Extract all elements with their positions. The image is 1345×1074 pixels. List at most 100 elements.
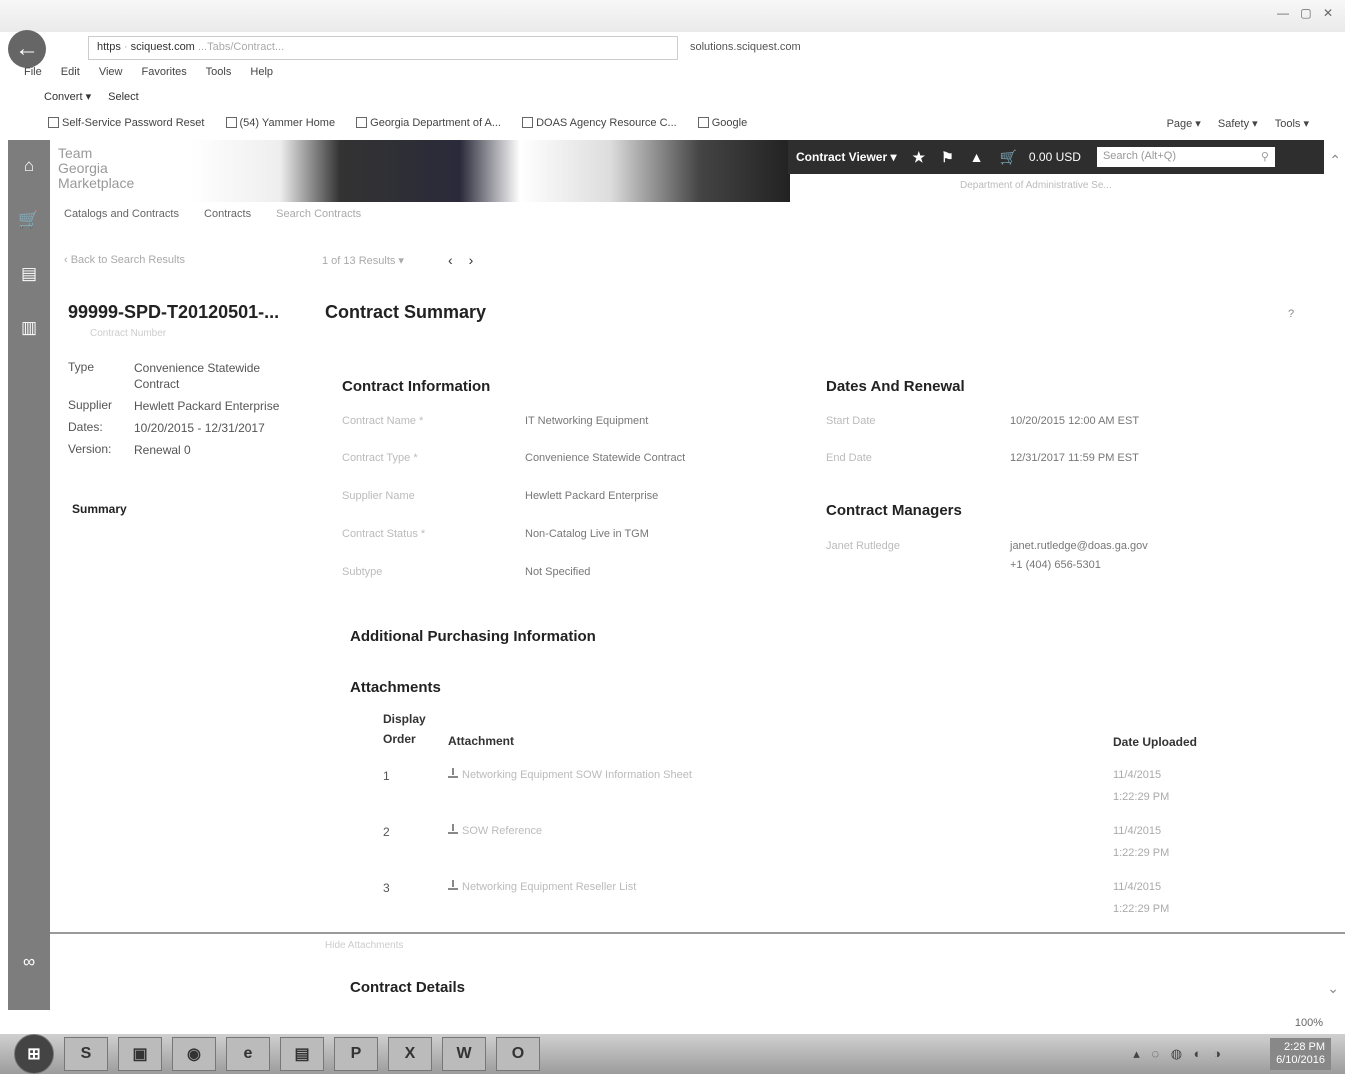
team-georgia-logo[interactable]: Team Georgia Marketplace	[58, 146, 188, 202]
tab-catalogs-contracts[interactable]: Catalogs and Contracts	[64, 208, 179, 220]
documents-icon[interactable]: ▤	[18, 264, 40, 284]
taskbar-app-window[interactable]: ▣	[118, 1037, 162, 1071]
taskbar-app-ie[interactable]: e	[226, 1037, 270, 1071]
taskbar-app-outlook[interactable]: O	[496, 1037, 540, 1071]
address-bar[interactable]: https · sciquest.com ...Tabs/Contract...	[88, 36, 678, 60]
page-menu[interactable]: Page ▾	[1167, 118, 1201, 130]
flag-icon[interactable]: ⚑	[941, 149, 954, 166]
field-value: Not Specified	[525, 566, 591, 578]
manager-name: Janet Rutledge	[826, 540, 900, 552]
system-tray-icons[interactable]: ▴ ◌ ◍ ◐ ◑	[1133, 1046, 1225, 1062]
menu-file[interactable]: File	[24, 66, 42, 78]
menu-view[interactable]: View	[99, 66, 123, 78]
cart-icon[interactable]: 🛒	[18, 210, 40, 230]
bell-icon[interactable]: ▲	[970, 149, 984, 165]
attachment-order: 3	[383, 881, 390, 895]
fav-password-reset[interactable]: Self-Service Password Reset	[48, 117, 204, 129]
org-info: Department of Administrative Se...	[960, 180, 1112, 191]
fav-doas[interactable]: DOAS Agency Resource C...	[522, 117, 677, 129]
menu-tools[interactable]: Tools	[206, 66, 232, 78]
taskbar-app-word[interactable]: W	[442, 1037, 486, 1071]
window-controls[interactable]: — ▢ ✕	[1277, 6, 1337, 20]
favorites-bar: Self-Service Password Reset (54) Yammer …	[48, 117, 765, 129]
header-banner-image	[190, 140, 790, 202]
fav-google[interactable]: Google	[697, 117, 747, 129]
chevron-down-icon[interactable]: ⌄	[1327, 980, 1339, 997]
field-label: Supplier Name	[342, 490, 415, 502]
chevron-up-icon[interactable]: ⌃	[1329, 152, 1341, 169]
results-dropdown[interactable]: 1 of 13 Results ▾	[322, 254, 404, 267]
binoculars-icon[interactable]: ∞	[18, 952, 40, 972]
start-button[interactable]: ⊞	[14, 1034, 54, 1074]
system-clock[interactable]: 2:28 PM 6/10/2016	[1270, 1038, 1331, 1070]
search-icon[interactable]: ⚲	[1261, 150, 1269, 164]
fav-yammer[interactable]: (54) Yammer Home	[225, 117, 335, 129]
attachment-link[interactable]: Networking Equipment Reseller List	[448, 880, 636, 893]
taskbar-app-skype[interactable]: S	[64, 1037, 108, 1071]
attachment-link[interactable]: Networking Equipment SOW Information She…	[448, 768, 692, 781]
tools-menu[interactable]: Tools ▾	[1275, 118, 1309, 130]
tab-search-contracts[interactable]: Search Contracts	[276, 208, 361, 220]
page-icon	[697, 117, 709, 128]
taskbar-app-powerpoint[interactable]: P	[334, 1037, 378, 1071]
col-display-order: Display Order	[383, 712, 426, 746]
zoom-level[interactable]: 100%	[1295, 1017, 1323, 1029]
contract-viewer-menu[interactable]: Contract Viewer ▾	[796, 150, 897, 164]
star-icon[interactable]: ★	[913, 149, 926, 166]
ie-toolbar-right: Page ▾ Safety ▾ Tools ▾	[1153, 117, 1309, 130]
attachment-date: 11/4/2015 1:22:29 PM	[1113, 769, 1170, 803]
field-value: 10/20/2015 12:00 AM EST	[1010, 415, 1140, 427]
header-toolbar: Contract Viewer ▾ ★ ⚑ ▲ 🛒 0.00 USD Searc…	[788, 140, 1324, 174]
manager-phone: +1 (404) 656-5301	[1010, 559, 1101, 571]
field-label: End Date	[826, 452, 872, 464]
back-to-results-link[interactable]: ‹ Back to Search Results	[64, 254, 185, 266]
home-icon[interactable]: ⌂	[18, 156, 40, 176]
meta-row: Dates: 10/20/2015 - 12/31/2017	[68, 420, 265, 435]
download-icon	[448, 824, 458, 834]
left-nav-rail: ⌂ 🛒 ▤ ▥ ∞	[8, 140, 50, 1010]
col-date-uploaded: Date Uploaded	[1113, 735, 1198, 749]
attachments-heading[interactable]: Attachments	[350, 679, 441, 696]
menu-edit[interactable]: Edit	[61, 66, 80, 78]
attachment-order: 1	[383, 769, 390, 783]
convert-button[interactable]: Convert ▾	[44, 91, 91, 103]
cart-total-icon[interactable]: 🛒	[999, 149, 1016, 166]
download-icon	[448, 880, 458, 890]
attachment-order: 2	[383, 825, 390, 839]
next-result-button[interactable]: ›	[469, 252, 490, 268]
menu-bar: File Edit View Favorites Tools Help	[24, 66, 289, 78]
menu-favorites[interactable]: Favorites	[142, 66, 187, 78]
tab-contracts[interactable]: Contracts	[204, 208, 251, 220]
taskbar-app-chrome[interactable]: ◉	[172, 1037, 216, 1071]
command-bar: Convert ▾ Select	[44, 90, 153, 103]
reports-icon[interactable]: ▥	[18, 318, 40, 338]
menu-help[interactable]: Help	[250, 66, 273, 78]
col-attachment: Attachment	[448, 734, 515, 748]
back-arrow-icon[interactable]: ←	[8, 30, 46, 68]
field-label: Contract Type *	[342, 452, 418, 464]
fav-georgia-dept[interactable]: Georgia Department of A...	[356, 117, 501, 129]
hide-attachments-link[interactable]: Hide Attachments	[325, 940, 403, 951]
section-divider	[50, 932, 1345, 934]
manager-email[interactable]: janet.rutledge@doas.ga.gov	[1010, 540, 1148, 552]
meta-row: Version: Renewal 0	[68, 442, 191, 457]
dates-renewal-heading: Dates And Renewal	[826, 378, 965, 395]
help-icon[interactable]: ?	[1288, 308, 1294, 320]
attachment-link[interactable]: SOW Reference	[448, 824, 542, 837]
taskbar-app-excel[interactable]: X	[388, 1037, 432, 1071]
windows-taskbar: ⊞ S ▣ ◉ e ▤ P X W O ▴ ◌ ◍ ◐ ◑ 2:28 PM 6/…	[0, 1034, 1345, 1074]
cart-total[interactable]: 0.00 USD	[1029, 150, 1081, 164]
field-value: Hewlett Packard Enterprise	[525, 490, 659, 502]
contract-managers-heading: Contract Managers	[826, 502, 962, 519]
taskbar-app-explorer[interactable]: ▤	[280, 1037, 324, 1071]
summary-nav-link[interactable]: Summary	[72, 502, 127, 516]
contract-details-heading[interactable]: Contract Details	[350, 979, 465, 996]
select-button[interactable]: Select	[108, 91, 139, 103]
prev-result-button[interactable]: ‹	[448, 252, 469, 268]
global-search-input[interactable]: Search (Alt+Q) ⚲	[1096, 147, 1275, 167]
field-value: Convenience Statewide Contract	[525, 452, 686, 464]
safety-menu[interactable]: Safety ▾	[1218, 118, 1258, 130]
field-label: Contract Status *	[342, 528, 426, 540]
browser-tab[interactable]: solutions.sciquest.com	[682, 36, 912, 60]
page-title: Contract Summary	[325, 302, 487, 322]
